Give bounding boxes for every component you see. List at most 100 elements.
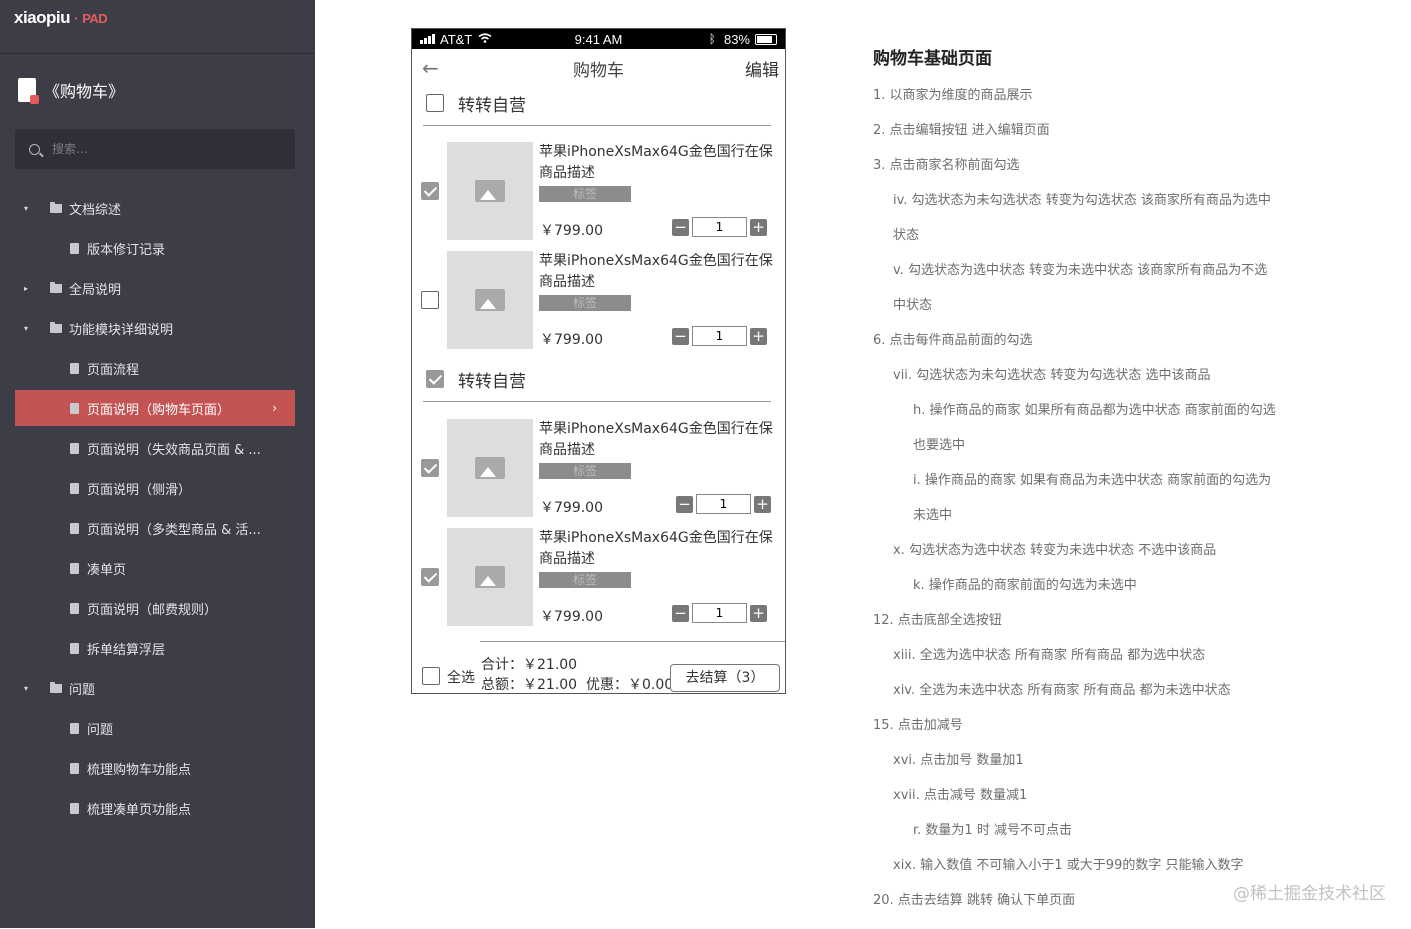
product-row: 苹果iPhoneXsMax64G金色国行在保商品描述标签￥799.00−+ xyxy=(412,251,786,351)
sidebar-item-label: 功能模块详细说明 xyxy=(69,319,173,338)
shop-header: 转转自营 xyxy=(412,361,786,397)
sidebar-item-label: 页面说明（购物车页面） xyxy=(87,399,230,418)
plus-button[interactable]: + xyxy=(754,496,771,513)
project-title[interactable]: 《购物车》 xyxy=(18,78,124,102)
product-image[interactable] xyxy=(447,142,533,240)
note-line: 中状态 xyxy=(873,299,1393,334)
select-all-checkbox[interactable] xyxy=(422,667,440,685)
product-checkbox[interactable] xyxy=(421,182,439,200)
minus-button[interactable]: − xyxy=(676,496,693,513)
sidebar-item[interactable]: ▸ 全局说明 xyxy=(15,270,295,306)
sidebar-item[interactable]: ▾文档综述 xyxy=(15,190,295,226)
sidebar-item[interactable]: 页面说明（邮费规则） xyxy=(15,590,295,626)
product-checkbox[interactable] xyxy=(421,459,439,477)
sidebar-item-label: 问题 xyxy=(69,679,95,698)
product-image[interactable] xyxy=(447,251,533,349)
shop-checkbox[interactable] xyxy=(426,94,444,112)
chevron-right-icon: › xyxy=(272,401,277,415)
shop-header: 转转自营 xyxy=(412,85,786,121)
quantity-input[interactable] xyxy=(692,326,747,346)
product-row: 苹果iPhoneXsMax64G金色国行在保商品描述标签￥799.00−+ xyxy=(412,419,786,519)
edit-button[interactable]: 编辑 xyxy=(745,56,779,81)
sidebar-item[interactable]: 梳理凑单页功能点 xyxy=(15,790,295,826)
document-icon xyxy=(18,78,36,102)
sidebar-item-label: 页面流程 xyxy=(87,359,139,378)
sidebar-item-label: 梳理凑单页功能点 xyxy=(87,799,191,818)
caret-right-icon[interactable]: ▸ xyxy=(24,284,28,293)
product-checkbox[interactable] xyxy=(421,568,439,586)
page-icon xyxy=(70,563,79,574)
phone-mockup: AT&T 9:41 AM ᛒ 83% ← 购物车 编辑 转转自营转转自营苹果iP… xyxy=(411,28,786,694)
product-image[interactable] xyxy=(447,419,533,517)
quantity-stepper: −+ xyxy=(672,217,767,237)
sidebar-item[interactable]: ▾ 问题 xyxy=(15,670,295,706)
product-title[interactable]: 苹果iPhoneXsMax64G金色国行在保商品描述 xyxy=(539,142,774,184)
quantity-input[interactable] xyxy=(692,217,747,237)
nav-bar: ← 购物车 编辑 xyxy=(412,49,785,87)
sidebar-item[interactable]: 页面流程 xyxy=(15,350,295,386)
search-box[interactable] xyxy=(15,129,295,169)
note-line: 2. 点击编辑按钮 进入编辑页面 xyxy=(873,124,1393,159)
select-all-label: 全选 xyxy=(447,667,475,687)
shop-divider xyxy=(423,401,771,402)
battery-icon xyxy=(755,34,777,45)
sidebar-item-label: 页面说明（多类型商品 & 活... xyxy=(87,519,261,538)
sidebar-item[interactable]: 梳理购物车功能点 xyxy=(15,750,295,786)
project-title-label: 《购物车》 xyxy=(44,78,124,102)
product-title[interactable]: 苹果iPhoneXsMax64G金色国行在保商品描述 xyxy=(539,528,774,570)
note-line: k. 操作商品的商家前面的勾选为未选中 xyxy=(873,579,1393,614)
plus-button[interactable]: + xyxy=(750,219,767,236)
caret-down-icon[interactable]: ▾ xyxy=(24,204,28,213)
note-line: r. 数量为1 时 减号不可点击 xyxy=(873,824,1393,859)
note-line: vii. 勾选状态为未勾选状态 转变为勾选状态 选中该商品 xyxy=(873,369,1393,404)
checkout-button[interactable]: 去结算（3） xyxy=(670,664,780,692)
sidebar-item[interactable]: 页面说明（侧滑） xyxy=(15,470,295,506)
sidebar-item-label: 凑单页 xyxy=(87,559,126,578)
sidebar-item[interactable]: 版本修订记录 xyxy=(15,230,295,266)
page-icon xyxy=(70,643,79,654)
page-icon xyxy=(70,243,79,254)
sidebar-item[interactable]: 页面说明（购物车页面） › xyxy=(15,390,295,426)
sidebar-item[interactable]: 问题 xyxy=(15,710,295,746)
product-checkbox[interactable] xyxy=(421,291,439,309)
notes-list: 1. 以商家为维度的商品展示2. 点击编辑按钮 进入编辑页面3. 点击商家名称前… xyxy=(873,89,1393,929)
sidebar-item[interactable]: 页面说明（多类型商品 & 活... xyxy=(15,510,295,546)
sidebar-item-label: 全局说明 xyxy=(69,279,121,298)
bluetooth-icon: ᛒ xyxy=(709,32,716,46)
sidebar-item-label: 问题 xyxy=(87,719,113,738)
search-input[interactable] xyxy=(52,142,252,156)
shop-name[interactable]: 转转自营 xyxy=(458,91,526,116)
product-title[interactable]: 苹果iPhoneXsMax64G金色国行在保商品描述 xyxy=(539,419,774,461)
folder-icon xyxy=(50,684,62,693)
logo-dot: · xyxy=(74,10,78,26)
sidebar-item[interactable]: 拆单结算浮层 xyxy=(15,630,295,666)
quantity-stepper: −+ xyxy=(672,326,767,346)
page-icon xyxy=(70,403,79,414)
product-title[interactable]: 苹果iPhoneXsMax64G金色国行在保商品描述 xyxy=(539,251,774,293)
shop-checkbox[interactable] xyxy=(426,370,444,388)
caret-down-icon[interactable]: ▾ xyxy=(24,324,28,333)
sidebar-item[interactable]: ▾ 功能模块详细说明 xyxy=(15,310,295,346)
quantity-input[interactable] xyxy=(692,603,747,623)
minus-button[interactable]: − xyxy=(672,605,689,622)
caret-down-icon[interactable]: ▾ xyxy=(24,684,28,693)
cart-footer: 全选 合计：￥21.00 总额：￥21.00 优惠：￥0.00 去结算（3） xyxy=(412,641,786,694)
page-icon xyxy=(70,723,79,734)
image-placeholder-icon xyxy=(475,566,505,588)
logo-pad: PAD xyxy=(82,11,107,26)
sidebar-item[interactable]: 页面说明（失效商品页面 & ... xyxy=(15,430,295,466)
plus-button[interactable]: + xyxy=(750,328,767,345)
app-logo[interactable]: xiaopiu·PAD xyxy=(14,8,107,28)
page-icon xyxy=(70,483,79,494)
search-icon xyxy=(29,144,40,155)
quantity-input[interactable] xyxy=(696,494,751,514)
plus-button[interactable]: + xyxy=(750,605,767,622)
folder-icon xyxy=(50,324,62,333)
shop-name[interactable]: 转转自营 xyxy=(458,367,526,392)
minus-button[interactable]: − xyxy=(672,328,689,345)
product-tag: 标签 xyxy=(539,295,631,311)
sidebar-item[interactable]: 凑单页 xyxy=(15,550,295,586)
sidebar-item-label: 梳理购物车功能点 xyxy=(87,759,191,778)
minus-button[interactable]: − xyxy=(672,219,689,236)
product-image[interactable] xyxy=(447,528,533,626)
